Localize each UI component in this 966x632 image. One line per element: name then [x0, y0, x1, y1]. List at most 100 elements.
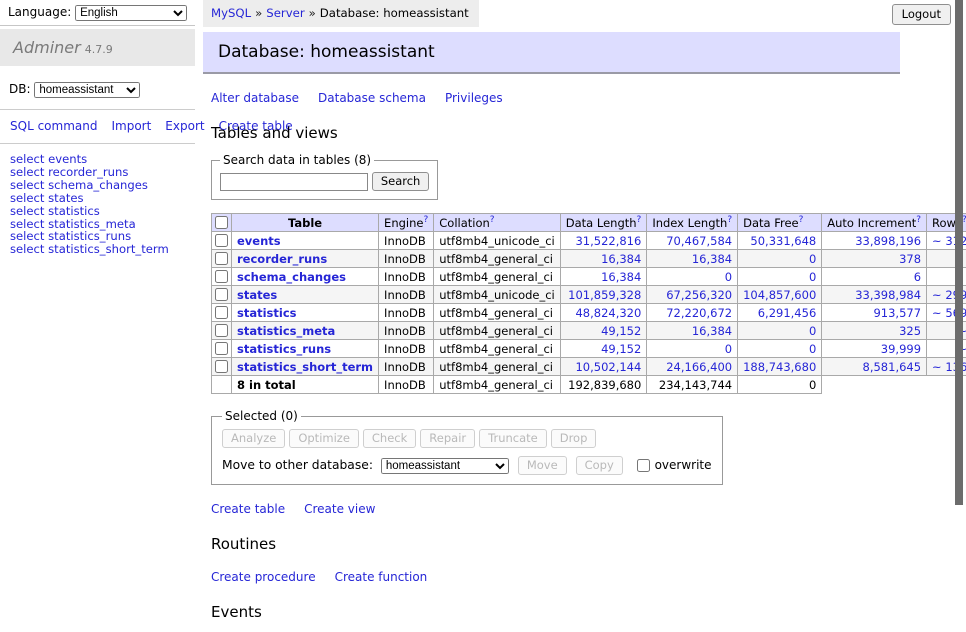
search-fieldset: Search data in tables (8) Search	[211, 153, 438, 200]
data-free-cell: 0	[738, 250, 822, 268]
move-button[interactable]: Move	[518, 456, 567, 475]
sidebar: Language: English Adminer4.7.9 DB: homea…	[0, 0, 195, 265]
sidebar-item-select-schema-changes[interactable]: select schema_changes	[10, 179, 185, 192]
create-links: Create table Create view	[211, 502, 900, 516]
table-link[interactable]: schema_changes	[237, 270, 346, 284]
search-input[interactable]	[220, 173, 368, 191]
column-label: Data Free	[743, 216, 799, 230]
table-name-cell: statistics	[232, 304, 379, 322]
breadcrumb-current: Database: homeassistant	[320, 6, 469, 20]
table-name-cell: states	[232, 286, 379, 304]
nav-link-privileges[interactable]: Privileges	[445, 91, 503, 105]
truncate-button[interactable]: Truncate	[479, 429, 547, 448]
scrollbar-thumb[interactable]	[955, 0, 963, 505]
table-link[interactable]: statistics_runs	[237, 342, 331, 356]
select-all-checkbox[interactable]	[215, 216, 228, 229]
move-db-select[interactable]: homeassistant	[381, 458, 509, 474]
sidebar-item-select-events[interactable]: select events	[10, 153, 185, 166]
nav-link-database-schema[interactable]: Database schema	[318, 91, 426, 105]
column-label: Data Length	[566, 216, 637, 230]
table-row: statesInnoDButf8mb4_unicode_ci101,859,32…	[212, 286, 966, 304]
optimize-button[interactable]: Optimize	[289, 429, 359, 448]
table-link[interactable]: events	[237, 234, 281, 248]
total-collation-cell: utf8mb4_general_ci	[434, 376, 561, 394]
row-checkbox[interactable]	[215, 270, 228, 283]
row-checkbox[interactable]	[215, 288, 228, 301]
row-checkbox[interactable]	[215, 252, 228, 265]
table-name-cell: statistics_short_term	[232, 358, 379, 376]
link-create-function[interactable]: Create function	[335, 570, 428, 584]
sidebar-link-export[interactable]: Export	[165, 119, 204, 133]
collation-cell: utf8mb4_general_ci	[434, 340, 561, 358]
help-link[interactable]: ?	[916, 215, 921, 225]
help-link[interactable]: ?	[637, 215, 642, 225]
engine-cell: InnoDB	[379, 250, 434, 268]
help-link[interactable]: ?	[490, 215, 495, 225]
auto-increment-cell: 8,581,645	[822, 358, 927, 376]
help-link[interactable]: ?	[423, 215, 428, 225]
table-link[interactable]: states	[237, 288, 277, 302]
index-length-cell: 70,467,584	[647, 232, 738, 250]
engine-cell: InnoDB	[379, 340, 434, 358]
db-select[interactable]: homeassistant	[34, 82, 140, 98]
logout-button[interactable]: Logout	[892, 4, 951, 25]
table-link[interactable]: recorder_runs	[237, 252, 327, 266]
table-row: recorder_runsInnoDButf8mb4_general_ci16,…	[212, 250, 966, 268]
row-checkbox[interactable]	[215, 306, 228, 319]
sidebar-item-select-states[interactable]: select states	[10, 192, 185, 205]
language-select[interactable]: English	[75, 5, 187, 21]
column-header-engine: Engine?	[379, 214, 434, 232]
events-heading: Events	[211, 603, 900, 621]
column-header-data-length: Data Length?	[560, 214, 647, 232]
search-button[interactable]: Search	[372, 172, 430, 191]
table-link[interactable]: statistics_meta	[237, 324, 335, 338]
db-label: DB:	[9, 82, 31, 96]
row-checkbox[interactable]	[215, 324, 228, 337]
overwrite-label: overwrite	[655, 458, 712, 472]
sidebar-item-select-recorder-runs[interactable]: select recorder_runs	[10, 166, 185, 179]
sidebar-item-select-statistics[interactable]: select statistics	[10, 205, 185, 218]
select-all-cell	[212, 214, 232, 232]
overwrite-checkbox[interactable]	[637, 459, 650, 472]
check-button[interactable]: Check	[363, 429, 416, 448]
row-checkbox[interactable]	[215, 342, 228, 355]
table-name-cell: schema_changes	[232, 268, 379, 286]
engine-cell: InnoDB	[379, 268, 434, 286]
row-checkbox[interactable]	[215, 234, 228, 247]
engine-cell: InnoDB	[379, 232, 434, 250]
engine-cell: InnoDB	[379, 304, 434, 322]
table-link[interactable]: statistics_short_term	[237, 360, 373, 374]
link-create-procedure[interactable]: Create procedure	[211, 570, 316, 584]
column-header-table: Table	[232, 214, 379, 232]
total-check-cell	[212, 376, 232, 394]
sidebar-item-select-statistics-short-term[interactable]: select statistics_short_term	[10, 243, 185, 256]
auto-increment-cell: 378	[822, 250, 927, 268]
help-link[interactable]: ?	[799, 215, 804, 225]
nav-link-alter-database[interactable]: Alter database	[211, 91, 299, 105]
repair-button[interactable]: Repair	[420, 429, 475, 448]
column-header-collation: Collation?	[434, 214, 561, 232]
index-length-cell: 0	[647, 340, 738, 358]
copy-button[interactable]: Copy	[576, 456, 623, 475]
database-nav-links: Alter database Database schema Privileges	[211, 91, 900, 105]
drop-button[interactable]: Drop	[551, 429, 597, 448]
row-check-cell	[212, 358, 232, 376]
app-version-link[interactable]: 4.7.9	[85, 43, 113, 56]
row-check-cell	[212, 268, 232, 286]
routines-links: Create procedure Create function	[211, 570, 900, 584]
row-checkbox[interactable]	[215, 360, 228, 373]
sidebar-link-sql-command[interactable]: SQL command	[10, 119, 97, 133]
analyze-button[interactable]: Analyze	[222, 429, 285, 448]
data-free-cell: 6,291,456	[738, 304, 822, 322]
sidebar-link-import[interactable]: Import	[111, 119, 151, 133]
help-link[interactable]: ?	[727, 215, 732, 225]
index-length-cell: 16,384	[647, 322, 738, 340]
data-length-cell: 16,384	[560, 250, 647, 268]
breadcrumb-link-server[interactable]: Server	[266, 6, 304, 20]
link-create-view[interactable]: Create view	[304, 502, 375, 516]
table-link[interactable]: statistics	[237, 306, 297, 320]
breadcrumb-link-mysql[interactable]: MySQL	[211, 6, 251, 20]
link-create-table[interactable]: Create table	[211, 502, 285, 516]
auto-increment-cell: 33,398,984	[822, 286, 927, 304]
app-name: Adminer	[13, 38, 81, 57]
